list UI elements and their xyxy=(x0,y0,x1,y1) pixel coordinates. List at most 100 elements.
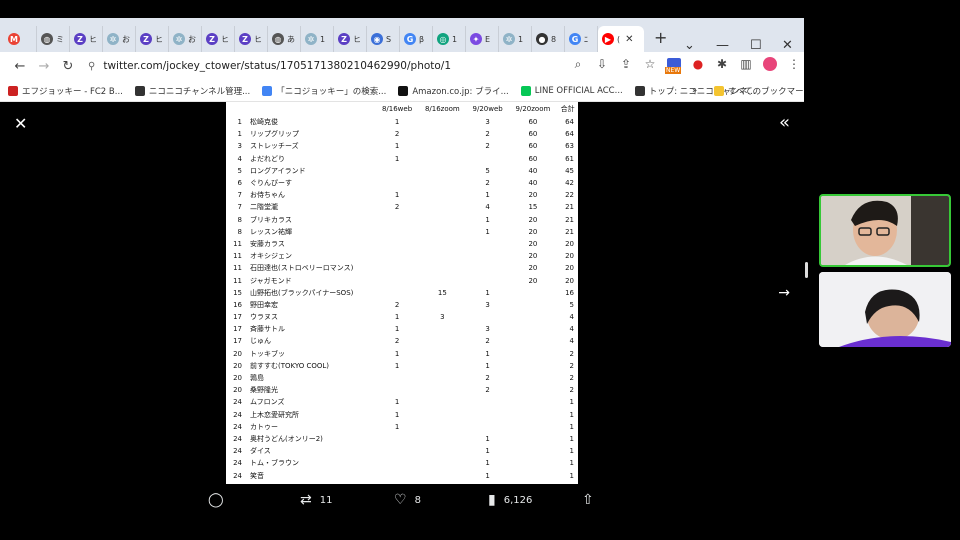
bookmarks-overflow[interactable]: » xyxy=(692,86,697,96)
table-cell: 二階堂瀧 xyxy=(250,203,278,212)
browser-tab[interactable]: Zヒ xyxy=(334,26,367,52)
share-button[interactable]: ⇧ xyxy=(582,492,594,508)
table-cell: 20 xyxy=(565,264,574,273)
table-cell: 2 xyxy=(485,374,490,383)
table-cell xyxy=(418,201,466,213)
browser-tab[interactable]: ● 8 xyxy=(532,26,565,52)
retweet-button[interactable]: ⇄ 11 xyxy=(300,492,332,508)
bookmark-item[interactable]: 「ニコジョッキー」の検索... xyxy=(262,85,386,97)
table-cell: 前すすむ(TOKYO COOL) xyxy=(250,361,330,370)
table-row: 24 トム・ブラウン 1 1 xyxy=(226,457,578,469)
close-window-button[interactable]: ✕ xyxy=(782,38,793,53)
address-bar[interactable]: ⚲ twitter.com/jockey_ctower/status/17051… xyxy=(88,55,568,77)
collapse-panel-icon[interactable]: « xyxy=(779,112,790,133)
scrollbar-handle[interactable] xyxy=(805,262,808,278)
new-tab-button[interactable]: + xyxy=(654,28,667,47)
table-cell: 2 xyxy=(485,142,490,151)
table-cell: レッスン祐輝 xyxy=(250,227,292,236)
table-cell: 1 xyxy=(569,410,574,419)
bookmark-item[interactable]: LINE OFFICIAL ACC... xyxy=(520,85,623,97)
share-icon[interactable]: ⇪ xyxy=(614,57,638,74)
table-cell: 1 xyxy=(394,313,400,322)
menu-dots-icon[interactable]: ⋮ xyxy=(782,57,804,74)
views-button[interactable]: ▮ 6,126 xyxy=(488,492,532,508)
table-cell xyxy=(467,153,509,165)
table-cell xyxy=(509,433,557,445)
tab-title: ヒ xyxy=(221,34,229,44)
extensions-puzzle-icon[interactable]: ✱ xyxy=(710,57,734,74)
bookmark-item[interactable]: ニコニコチャンネル管理... xyxy=(134,85,250,97)
bookmark-star-icon[interactable]: ☆ xyxy=(638,57,662,74)
table-cell xyxy=(418,128,466,140)
niconico-icon xyxy=(634,85,645,96)
close-tab-icon[interactable]: ✕ xyxy=(625,34,633,45)
install-icon[interactable]: ⇩ xyxy=(590,57,614,74)
bookmark-item[interactable]: エフジョッキー - FC2 B... xyxy=(8,85,123,97)
table-cell xyxy=(376,238,418,250)
all-bookmarks-label: すべてのブックマーク xyxy=(728,86,804,97)
table-cell: 5 xyxy=(569,300,574,309)
browser-tab[interactable]: ✦ E xyxy=(466,26,499,52)
reload-button[interactable]: ↻ xyxy=(56,59,80,74)
profile-avatar[interactable] xyxy=(758,57,782,74)
table-cell: 鶉島 xyxy=(250,374,264,383)
line-icon xyxy=(520,85,531,96)
bookmark-label: LINE OFFICIAL ACC... xyxy=(534,85,623,96)
tab-search-icon[interactable]: ⌄ xyxy=(684,38,695,53)
browser-tab[interactable]: ◎ 1 xyxy=(433,26,466,52)
table-cell xyxy=(418,421,466,433)
table-cell: 20 xyxy=(528,191,538,200)
browser-tab[interactable]: M xyxy=(4,26,37,52)
browser-tab[interactable]: Zヒ xyxy=(136,26,169,52)
table-cell: カトゥー xyxy=(250,422,278,431)
browser-tab[interactable]: ◉ S xyxy=(367,26,400,52)
browser-tab[interactable]: ✲ お xyxy=(169,26,202,52)
side-panel-icon[interactable]: ▥ xyxy=(734,57,758,74)
table-cell xyxy=(467,421,509,433)
browser-tab[interactable]: ✲ お xyxy=(103,26,136,52)
table-cell xyxy=(376,165,418,177)
table-cell: 2 xyxy=(569,386,574,395)
table-cell xyxy=(418,433,466,445)
table-cell: 4 xyxy=(569,313,574,322)
browser-tab[interactable]: Zヒ xyxy=(70,26,103,52)
maximize-button[interactable]: ☐ xyxy=(750,38,762,53)
google-icon: G xyxy=(404,33,416,45)
table-cell xyxy=(418,323,466,335)
site-info-icon[interactable]: ⚲ xyxy=(88,61,95,72)
bookmark-item[interactable]: Amazon.co.jp: ブライ... xyxy=(398,85,509,97)
browser-tab[interactable]: ▶(✕ xyxy=(598,26,644,52)
table-cell xyxy=(418,262,466,274)
screen: M ◍ ミ Z ヒ ✲ お Z ヒ ✲ お Z ヒ Z ヒ ◍ あ ✲ 1 Z ヒ ◉ S Gβ ◎ 1 ✦ E ✲ 1 ● 8 G ﾆ ▶(✕ +… xyxy=(0,0,960,540)
browser-tab[interactable]: Zヒ xyxy=(202,26,235,52)
record-icon[interactable]: ● xyxy=(686,57,710,74)
table-row: 24 ムフロンズ 1 1 xyxy=(226,396,578,408)
browser-tab[interactable]: ✲ 1 xyxy=(499,26,532,52)
extension-new-icon[interactable]: NEW xyxy=(662,57,686,74)
forward-button[interactable]: → xyxy=(32,59,56,74)
reply-button[interactable]: ◯ xyxy=(208,492,224,508)
loading-icon: ✲ xyxy=(107,33,119,45)
table-cell: 15 xyxy=(437,288,447,297)
back-button[interactable]: ← xyxy=(8,59,32,74)
minimize-button[interactable]: — xyxy=(716,38,729,53)
browser-tab[interactable]: ◍ あ xyxy=(268,26,301,52)
like-button[interactable]: ♡ 8 xyxy=(394,492,421,508)
next-photo-arrow-icon[interactable]: → xyxy=(778,285,790,301)
browser-tab[interactable]: Gﾆ xyxy=(565,26,598,52)
browser-tab[interactable]: Gβ xyxy=(400,26,433,52)
video-tile-participant-2[interactable] xyxy=(819,272,951,347)
browser-tab[interactable]: Zヒ xyxy=(235,26,268,52)
table-cell xyxy=(376,287,418,299)
table-cell xyxy=(509,469,557,481)
browser-tab[interactable]: ✲ 1 xyxy=(301,26,334,52)
all-bookmarks-folder[interactable]: すべてのブックマーク xyxy=(714,85,804,97)
search-icon[interactable]: ⌕ xyxy=(566,57,590,74)
table-row: 17 ウラヌス 1 3 4 xyxy=(226,311,578,323)
browser-tab[interactable]: ◍ ミ xyxy=(37,26,70,52)
close-icon[interactable]: ✕ xyxy=(14,114,27,133)
table-row: 6 ぐりんぴーす 2 40 42 xyxy=(226,177,578,189)
video-tile-participant-1[interactable] xyxy=(819,194,951,267)
table-cell: 8 xyxy=(237,227,242,236)
table-cell xyxy=(376,177,418,189)
